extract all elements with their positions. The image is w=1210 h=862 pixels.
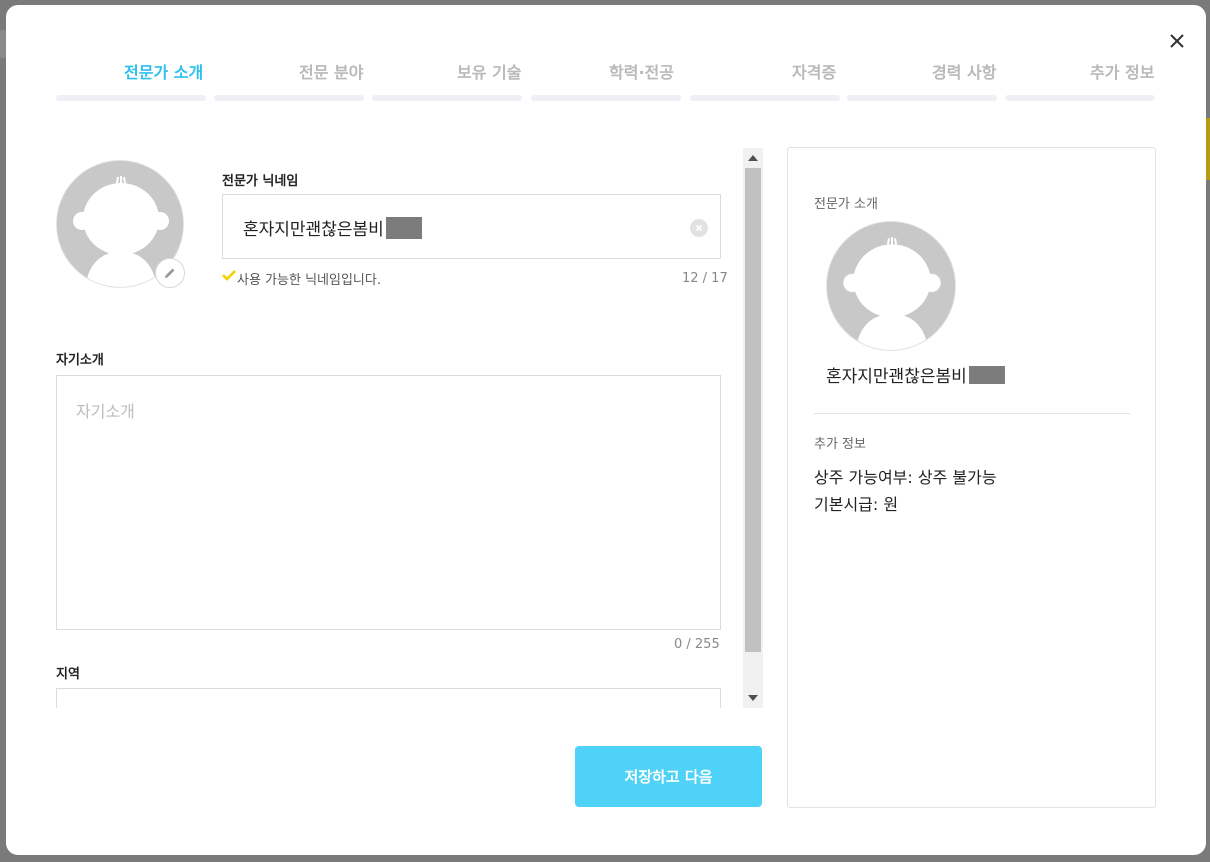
preview-hourly-rate: 기본시급: 원: [814, 495, 899, 514]
tab-label: 보유 기술: [457, 63, 522, 82]
step-tabs: 전문가 소개 전문 분야 보유 기술 학력·전공 자격증 경력 사항 추가 정보: [56, 55, 1156, 103]
nickname-input[interactable]: 혼자지만괜찮은봄비: [222, 194, 721, 259]
nickname-status: 사용 가능한 닉네임입니다.: [222, 269, 381, 288]
redacted-block: [968, 365, 1005, 384]
tab-progress-bar: [690, 95, 840, 101]
default-avatar-icon: [827, 222, 955, 350]
close-icon: [1170, 34, 1184, 48]
scroll-thumb[interactable]: [745, 168, 761, 652]
region-input[interactable]: [56, 688, 721, 708]
tab-progress-bar: [847, 95, 997, 101]
preview-nickname: 혼자지만괜찮은봄비: [826, 362, 1005, 387]
preview-intro-heading: 전문가 소개: [814, 197, 878, 212]
nickname-label: 전문가 닉네임: [222, 174, 299, 189]
tab-additional-info[interactable]: 추가 정보: [1005, 55, 1155, 103]
redacted-block: [385, 216, 422, 239]
tab-progress-bar: [372, 95, 522, 101]
nickname-counter: 12 / 17: [682, 271, 728, 286]
tab-expert-intro[interactable]: 전문가 소개: [56, 55, 206, 103]
avatar-edit-button[interactable]: [155, 258, 185, 288]
tab-expertise[interactable]: 전문 분야: [214, 55, 364, 103]
preview-resident-availability: 상주 가능여부: 상주 불가능: [814, 468, 997, 487]
preview-avatar: [826, 221, 956, 351]
tab-label: 학력·전공: [609, 63, 674, 82]
arrow-down-icon: [748, 695, 758, 701]
tab-label: 전문 분야: [299, 63, 364, 82]
close-button[interactable]: [1166, 30, 1188, 52]
intro-counter: 0 / 255: [674, 637, 720, 652]
intro-textarea[interactable]: 자기소개: [56, 375, 721, 630]
nickname-value: 혼자지만괜찮은봄비: [243, 215, 422, 240]
tab-label: 전문가 소개: [124, 63, 204, 82]
nickname-text: 혼자지만괜찮은봄비: [243, 220, 384, 240]
intro-placeholder: 자기소개: [76, 402, 135, 421]
arrow-up-icon: [748, 155, 758, 161]
profile-avatar: [56, 160, 186, 290]
save-and-next-button[interactable]: 저장하고 다음: [575, 746, 762, 807]
scroll-up-button[interactable]: [743, 148, 763, 168]
nickname-clear-button[interactable]: [690, 219, 708, 237]
tab-label: 경력 사항: [932, 63, 997, 82]
tab-progress-bar: [214, 95, 364, 101]
region-label: 지역: [56, 667, 80, 682]
intro-label: 자기소개: [56, 353, 104, 368]
tab-skills[interactable]: 보유 기술: [372, 55, 522, 103]
preview-extra-heading: 추가 정보: [814, 437, 866, 452]
scroll-down-button[interactable]: [743, 688, 763, 708]
form-scrollbar[interactable]: [743, 148, 763, 708]
pencil-icon: [165, 268, 175, 278]
tab-certificates[interactable]: 자격증: [690, 55, 840, 103]
tab-label: 추가 정보: [1090, 63, 1155, 82]
preview-nickname-text: 혼자지만괜찮은봄비: [826, 367, 967, 387]
clear-icon: [695, 224, 703, 232]
nickname-status-text: 사용 가능한 닉네임입니다.: [237, 273, 381, 288]
checkmark-icon: [222, 269, 236, 281]
tab-career[interactable]: 경력 사항: [847, 55, 997, 103]
tab-progress-bar: [56, 95, 206, 101]
tab-education[interactable]: 학력·전공: [531, 55, 681, 103]
tab-progress-bar: [531, 95, 681, 101]
expert-profile-modal: 전문가 소개 전문 분야 보유 기술 학력·전공 자격증 경력 사항 추가 정보: [6, 5, 1206, 855]
profile-form: 전문가 닉네임 혼자지만괜찮은봄비 사용 가능한 닉네임입니다. 12 / 17…: [56, 148, 764, 708]
tab-progress-bar: [1005, 95, 1155, 101]
tab-label: 자격증: [792, 63, 837, 82]
preview-divider: [814, 413, 1130, 414]
profile-preview-panel: 전문가 소개 혼자지만괜찮은봄비 추가 정보 상주 가능여부: 상주 불가능 기…: [787, 147, 1156, 808]
